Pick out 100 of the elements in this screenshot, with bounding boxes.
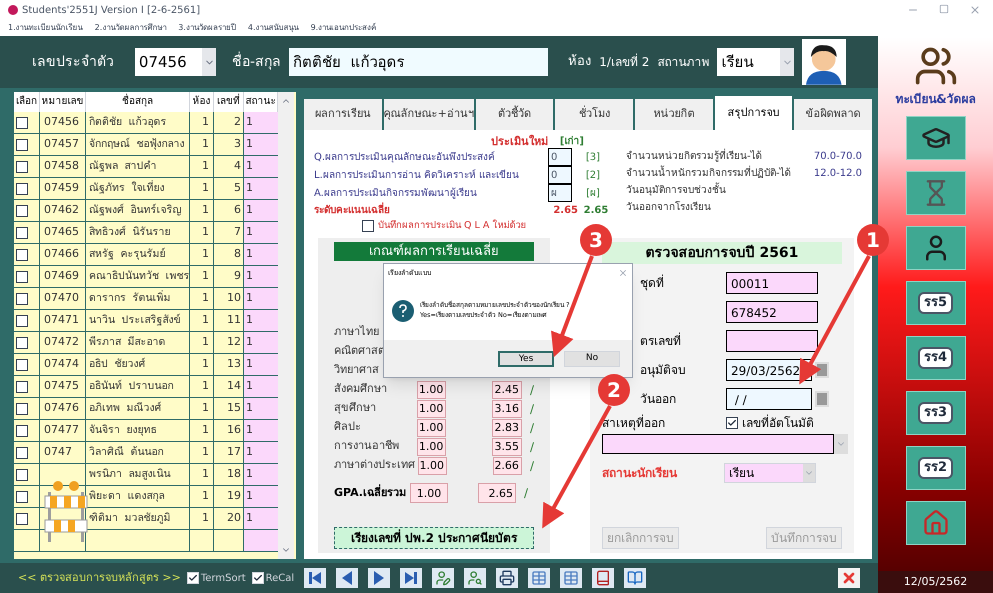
minimum-grade-field[interactable]: 1.00 bbox=[416, 438, 446, 456]
close-icon[interactable] bbox=[969, 4, 981, 16]
tab[interactable]: สรุปการจบ bbox=[714, 96, 792, 130]
table-row[interactable]: 07459 ณัฐภัทร ใจเที่ยง 1 5 1 bbox=[14, 178, 278, 200]
table-row[interactable]: 07456 กิตติชัย แก้วอุดร 1 2 1 bbox=[14, 112, 278, 134]
first-record-button[interactable] bbox=[304, 568, 326, 588]
sidebar-button[interactable]: รร5 bbox=[906, 281, 966, 325]
checkbox[interactable] bbox=[16, 270, 28, 282]
table-button[interactable] bbox=[528, 568, 550, 588]
gpa-field[interactable]: 2.65 bbox=[478, 483, 516, 503]
dialog-button[interactable]: Yes bbox=[498, 350, 554, 366]
book-button[interactable] bbox=[592, 568, 614, 588]
tab[interactable]: ชั่วโมง bbox=[555, 99, 634, 130]
assessment-input[interactable]: 0 bbox=[548, 166, 572, 184]
table-cell-text: 1 bbox=[202, 400, 209, 416]
checkbox[interactable] bbox=[16, 248, 28, 260]
table-row[interactable]: 07476 อภิเทพ มณีวงศ์ 1 15 1 bbox=[14, 398, 278, 420]
tab[interactable]: ผลการเรียน bbox=[304, 99, 382, 130]
checkbox[interactable] bbox=[16, 204, 28, 216]
menu-item[interactable]: 3.งานวัดผลรายปี bbox=[178, 22, 236, 34]
next-record-button[interactable] bbox=[368, 568, 390, 588]
grade-field[interactable]: 2.66 bbox=[492, 456, 522, 474]
checkbox[interactable] bbox=[16, 182, 28, 194]
last-record-button[interactable] bbox=[400, 568, 422, 588]
checkbox[interactable] bbox=[16, 358, 28, 370]
table-row[interactable]: 07477 จันจิรา ยงยุทธ 1 16 1 bbox=[14, 420, 278, 442]
grade-field[interactable]: 2.83 bbox=[492, 418, 522, 436]
menu-item[interactable]: 1.งานทะเบียนนักเรียน bbox=[8, 22, 83, 34]
table-row[interactable]: 07469 คณาธิปนันทวัช เพชร 1 9 1 bbox=[14, 266, 278, 288]
printer-button[interactable] bbox=[496, 568, 518, 588]
sidebar-button[interactable]: รร3 bbox=[906, 391, 966, 435]
checkbox[interactable] bbox=[16, 160, 28, 172]
checkbox[interactable] bbox=[16, 336, 28, 348]
menu-item[interactable]: 2.งานวัดผลการศึกษา bbox=[94, 22, 166, 34]
checkbox[interactable] bbox=[362, 220, 374, 232]
id-select[interactable]: 07456 bbox=[134, 48, 216, 76]
status-select[interactable]: เรียน bbox=[717, 48, 794, 76]
user-search-button[interactable] bbox=[464, 568, 486, 588]
table-row[interactable]: 07458 ณัฐพล สาปคำ 1 4 1 bbox=[14, 156, 278, 178]
table-row[interactable]: 07462 ณัฐพงศ์ อินทร์เจริญ 1 6 1 bbox=[14, 200, 278, 222]
checkbox[interactable] bbox=[16, 226, 28, 238]
menu-item[interactable]: 9.งานเอนกประสงค์ bbox=[310, 22, 376, 34]
table-row[interactable]: 07470 ดารากร รัตนเพิ่ม 1 10 1 bbox=[14, 288, 278, 310]
checkbox[interactable] bbox=[726, 417, 738, 429]
table-row[interactable]: 07472 พีรภาส มีสะอาด 1 12 1 bbox=[14, 332, 278, 354]
checkbox[interactable] bbox=[16, 468, 28, 480]
grade-field[interactable]: 3.16 bbox=[492, 400, 522, 418]
minimum-grade-field[interactable]: 1.00 bbox=[416, 418, 446, 436]
checkbox[interactable] bbox=[16, 138, 28, 150]
user-edit-button[interactable] bbox=[432, 568, 454, 588]
tab[interactable]: ข้อผิดพลาด bbox=[794, 99, 872, 130]
sidebar-button[interactable] bbox=[906, 116, 966, 160]
checkbox[interactable] bbox=[16, 512, 28, 524]
minimum-grade-field[interactable]: 1.00 bbox=[418, 456, 447, 474]
minimum-grade-field[interactable]: 1.00 bbox=[416, 400, 446, 418]
assessment-input[interactable]: ผ bbox=[548, 184, 572, 202]
leave-reason-select[interactable] bbox=[602, 434, 848, 454]
close-icon[interactable] bbox=[618, 268, 628, 278]
sidebar-button[interactable]: รร2 bbox=[906, 446, 966, 490]
tab[interactable]: หน่วยกิต bbox=[635, 99, 713, 130]
table-row[interactable]: 0747 วิลาศิณี ต้นนอก 1 17 1 bbox=[14, 442, 278, 464]
table-row[interactable]: 07474 อธิป ชัยวงศ์ 1 13 1 bbox=[14, 354, 278, 376]
maximize-icon[interactable] bbox=[939, 4, 949, 14]
minimum-grade-field[interactable]: 1.00 bbox=[416, 380, 446, 398]
grade-field[interactable]: 2.45 bbox=[492, 380, 522, 398]
table-row[interactable]: 07471 นาวิน ประเสริฐสังข์ 1 11 1 bbox=[14, 310, 278, 332]
text-field[interactable]: 678452 bbox=[726, 301, 818, 323]
checkbox[interactable] bbox=[16, 380, 28, 392]
open-book-button[interactable] bbox=[624, 568, 646, 588]
student-status-select[interactable]: เรียน bbox=[724, 463, 816, 483]
previous-record-button[interactable] bbox=[336, 568, 358, 588]
table-button[interactable] bbox=[560, 568, 582, 588]
checkbox[interactable] bbox=[16, 402, 28, 414]
sidebar-button[interactable]: รร4 bbox=[906, 336, 966, 380]
table-row[interactable]: 07465 สิทธิวงศ์ นิรันราย 1 7 1 bbox=[14, 222, 278, 244]
name-field[interactable]: กิตติชัย แก้วอุดร bbox=[289, 48, 548, 76]
grade-field[interactable]: 3.55 bbox=[492, 438, 522, 456]
table-row[interactable]: 07466 สหรัฐ คะรุนรัมย์ 1 8 1 bbox=[14, 244, 278, 266]
checkbox[interactable] bbox=[16, 446, 28, 458]
text-field[interactable] bbox=[726, 330, 818, 352]
close-form-button[interactable] bbox=[838, 568, 860, 588]
tab[interactable]: ตัวชี้วัด bbox=[476, 99, 554, 130]
sidebar-button[interactable] bbox=[906, 171, 966, 215]
assessment-input[interactable]: 0 bbox=[548, 148, 572, 166]
checkbox[interactable] bbox=[16, 116, 28, 128]
sidebar-button[interactable] bbox=[906, 226, 966, 270]
table-row[interactable]: 07475 อธินันท์ ปราบนอก 1 14 1 bbox=[14, 376, 278, 398]
sort-certificate-button[interactable]: เรียงเลขที่ ปพ.2 ประกาศนียบัตร bbox=[334, 527, 534, 549]
text-field[interactable]: 00011 bbox=[726, 272, 818, 294]
date-field[interactable]: / / bbox=[726, 388, 812, 410]
scrollbar[interactable] bbox=[278, 92, 294, 559]
checkbox[interactable] bbox=[16, 314, 28, 326]
menu-item[interactable]: 4.งานสนับสนุน bbox=[248, 22, 299, 34]
table-row[interactable]: 07457 จักกฤษณ์ ชอฟุ้งกลาง 1 3 1 bbox=[14, 134, 278, 156]
tab[interactable]: คุณลักษณะ+อ่านฯ bbox=[384, 99, 474, 130]
checkbox[interactable] bbox=[16, 292, 28, 304]
checkbox[interactable] bbox=[16, 424, 28, 436]
minimum-gpa-field[interactable]: 1.00 bbox=[410, 483, 448, 503]
checkbox[interactable] bbox=[16, 490, 28, 502]
dialog-button[interactable]: No bbox=[564, 350, 620, 366]
